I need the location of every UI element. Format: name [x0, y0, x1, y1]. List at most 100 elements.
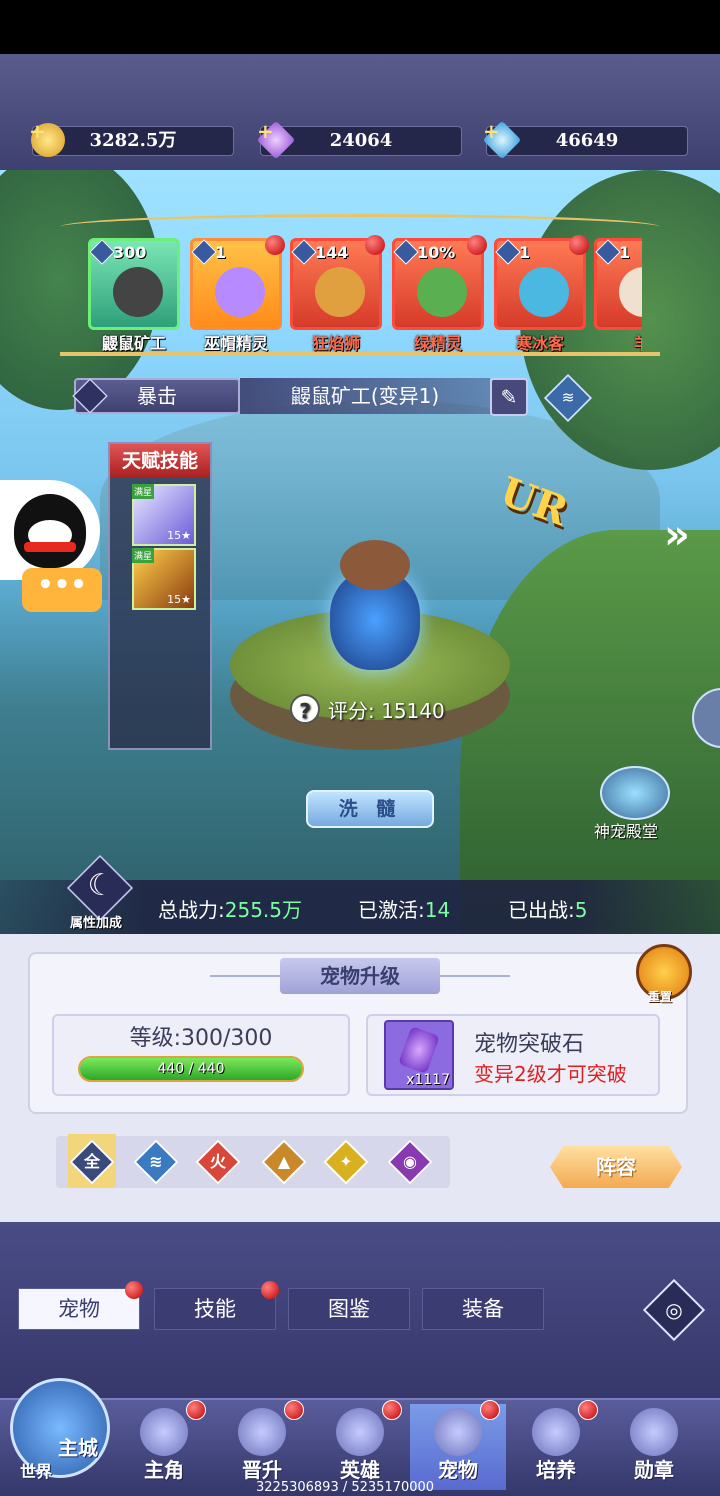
exp-text: 440 / 440 — [157, 1061, 225, 1077]
red-dot-icon — [467, 235, 487, 255]
nav-label: 勋章 — [634, 1458, 674, 1482]
red-dot-icon — [261, 1281, 279, 1299]
wash-button[interactable]: 洗 髓 — [306, 790, 434, 828]
coords-readout: 3225306893 / 5235170000 — [256, 1480, 435, 1495]
nav-label: 培养 — [536, 1458, 576, 1482]
crit-icon — [72, 378, 108, 414]
deployed-count: 已出战:5 — [508, 894, 587, 923]
pet-level: 10% — [417, 243, 456, 262]
pet-full-name: 鼹鼠矿工(变异1) — [240, 378, 490, 414]
red-dot-icon — [569, 235, 589, 255]
promotion-icon — [238, 1408, 286, 1456]
pet-card-4[interactable]: 10% — [392, 235, 487, 330]
pet-portrait — [113, 267, 163, 317]
qq-float-button[interactable] — [0, 480, 100, 580]
rename-button[interactable]: ✎ — [490, 378, 528, 416]
tab-label: 装备 — [462, 1297, 504, 1321]
stone-name: 宠物突破石 — [474, 1032, 585, 1057]
element-icon — [393, 239, 419, 265]
pet-portrait — [215, 267, 265, 317]
pet-portrait — [417, 267, 467, 317]
breakthrough-warning: 变异2级才可突破 — [474, 1062, 627, 1086]
pet-strip-frame-bottom — [60, 352, 660, 356]
lineup-button[interactable]: 阵容 — [550, 1146, 682, 1188]
add-blue-diamond-icon[interactable]: + — [483, 117, 500, 145]
red-dot-icon — [265, 235, 285, 255]
pet-palace-label[interactable]: 神宠殿堂 — [594, 818, 658, 842]
nav-promotion[interactable]: 晋升 — [214, 1400, 310, 1490]
pet-palace-icon[interactable] — [600, 766, 670, 820]
talent-title: 天赋技能 — [110, 444, 210, 478]
element-icon — [595, 239, 621, 265]
nav-medals[interactable]: 勋章 — [606, 1404, 702, 1490]
pet-name: 羊 — [633, 334, 642, 352]
pet-card-5[interactable]: 1 — [494, 235, 589, 330]
main-city-label[interactable]: 主城 — [58, 1432, 98, 1461]
moon-star-icon: ☾ — [87, 868, 115, 903]
pet-attribute-bar: 暴击 鼹鼠矿工(变异1) — [72, 378, 494, 414]
pet-name: 鼹鼠矿工 — [101, 334, 166, 353]
pet-card-6[interactable]: 1 — [594, 238, 642, 330]
rainbow-diamond-value: 24064 — [329, 130, 393, 151]
element-icon — [291, 239, 317, 265]
talent-skill-panel: 天赋技能 满星 15★ 满星 15★ — [108, 442, 212, 750]
attribute-type-label: 暴击 — [137, 384, 177, 408]
activated-value: 14 — [424, 898, 451, 922]
total-power-label: 总战力: — [158, 898, 225, 922]
tab-equipment[interactable]: 装备 — [422, 1288, 544, 1330]
add-rainbow-diamond-icon[interactable]: + — [257, 117, 274, 145]
nav-label: 晋升 — [242, 1458, 282, 1482]
pet-level: 144 — [315, 243, 349, 262]
exp-progress-bar: 440 / 440 — [78, 1056, 304, 1082]
chat-bubble-icon[interactable]: ••• — [22, 568, 102, 612]
red-dot-icon — [480, 1400, 500, 1420]
breakthrough-stone-item[interactable]: x1117 — [384, 1020, 454, 1090]
nav-heroes[interactable]: 英雄 — [312, 1400, 408, 1490]
pet-card-2[interactable]: 1 — [190, 235, 285, 330]
nav-label: 主角 — [144, 1458, 184, 1482]
red-dot-icon — [125, 1281, 143, 1299]
eye-icon: ◎ — [665, 1298, 683, 1322]
talent-skill-1[interactable]: 满星 15★ — [132, 484, 196, 546]
pet-portrait — [519, 267, 569, 317]
pet-portrait — [315, 267, 365, 317]
total-power: 总战力:255.5万 — [158, 894, 302, 923]
world-label[interactable]: 世界 — [20, 1458, 52, 1482]
pet-level: 1 — [215, 243, 227, 262]
medal-icon — [630, 1408, 678, 1456]
pet-card-3[interactable]: 144 — [290, 235, 385, 330]
nav-label: 宠物 — [438, 1458, 478, 1482]
tab-label: 图鉴 — [328, 1297, 370, 1321]
pet-level: 1 — [619, 243, 631, 262]
reset-label[interactable]: 重置 — [648, 988, 672, 1005]
deployed-value: 5 — [574, 898, 588, 922]
gold-value: 3282.5万 — [89, 130, 177, 151]
rainbow-diamond-resource[interactable]: + 24064 — [256, 119, 462, 160]
nav-pets[interactable]: 宠物 — [410, 1400, 506, 1490]
attribute-bonus-label[interactable]: 属性加成 — [70, 912, 122, 931]
tab-pet[interactable]: 宠物 — [18, 1281, 143, 1330]
blue-diamond-resource[interactable]: + 46649 — [482, 119, 688, 160]
add-gold-icon[interactable]: + — [29, 117, 46, 145]
pet-name: 寒冰客 — [515, 334, 564, 353]
next-pet-arrow-icon[interactable]: » — [664, 512, 690, 558]
tab-skill[interactable]: 技能 — [154, 1281, 279, 1330]
pet-strip[interactable]: 300 鼹鼠矿工 1 巫帽精灵 144 狂焰狮 10% 绿精灵 1 寒冰客 1 — [80, 235, 642, 353]
blue-diamond-value: 46649 — [555, 130, 619, 151]
helmet-icon — [336, 1408, 384, 1456]
nav-training[interactable]: 培养 — [508, 1400, 604, 1490]
pet-card-1[interactable]: 300 — [88, 238, 180, 330]
nav-protagonist[interactable]: 主角 — [116, 1400, 212, 1490]
pet-score: ? 评分: 15140 — [290, 694, 445, 724]
pet-strip-frame-top — [60, 214, 660, 240]
activated-label: 已激活: — [358, 898, 425, 922]
red-dot-icon — [382, 1400, 402, 1420]
gold-resource[interactable]: + 3282.5万 — [29, 119, 234, 157]
talent-skill-2[interactable]: 满星 15★ — [132, 548, 196, 610]
deployed-label: 已出战: — [508, 898, 575, 922]
penguin-scarf — [24, 542, 76, 552]
tab-codex[interactable]: 图鉴 — [288, 1288, 410, 1330]
attribute-type: 暴击 — [72, 378, 240, 414]
help-icon[interactable]: ? — [290, 694, 320, 724]
pet-name: 巫帽精灵 — [203, 334, 268, 353]
